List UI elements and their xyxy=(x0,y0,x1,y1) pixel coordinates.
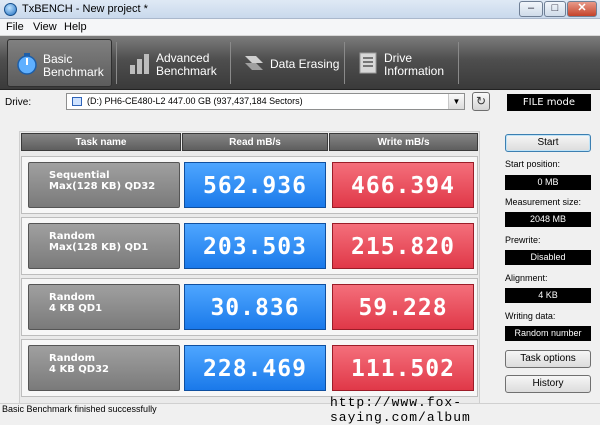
task-name-line1: Random xyxy=(49,353,96,364)
tab-drive-information[interactable]: Drive Information xyxy=(349,39,454,87)
task-button-random-4k-qd32[interactable]: Random 4 KB QD32 xyxy=(28,345,180,391)
tab-advanced-benchmark-label: Advanced Benchmark xyxy=(156,51,217,78)
read-value: 228.469 xyxy=(184,345,326,391)
writing-data-value[interactable]: Random number xyxy=(505,326,591,341)
history-button[interactable]: History xyxy=(505,375,591,393)
read-value: 203.503 xyxy=(184,223,326,269)
alignment-value[interactable]: 4 KB xyxy=(505,288,591,303)
start-button[interactable]: Start xyxy=(505,134,591,152)
maximize-button[interactable]: □ xyxy=(544,1,566,17)
drive-select-value: (D:) PH6-CE480-L2 447.00 GB (937,437,184… xyxy=(87,96,303,106)
task-button-sequential-qd32[interactable]: Sequential Max(128 KB) QD32 xyxy=(28,162,180,208)
prewrite-label: Prewrite: xyxy=(505,235,541,245)
task-name-line2: 4 KB QD1 xyxy=(49,303,103,314)
drive-select[interactable]: (D:) PH6-CE480-L2 447.00 GB (937,437,184… xyxy=(66,93,465,110)
title-bar: TxBENCH - New project * – □ ✕ xyxy=(0,0,600,19)
start-position-label: Start position: xyxy=(505,159,561,169)
app-window: TxBENCH - New project * – □ ✕ File View … xyxy=(0,0,600,425)
tab-drive-information-label: Drive Information xyxy=(384,51,445,78)
prewrite-value[interactable]: Disabled xyxy=(505,250,591,265)
app-icon xyxy=(4,3,17,16)
read-value: 562.936 xyxy=(184,162,326,208)
bar-chart-icon xyxy=(130,54,149,74)
file-mode-indicator: FILE mode xyxy=(507,94,591,111)
eraser-icon xyxy=(245,56,263,70)
task-name-line2: 4 KB QD32 xyxy=(49,364,110,375)
refresh-button[interactable]: ↻ xyxy=(472,92,490,111)
main-toolbar: Basic Benchmark Advanced Benchmark Data … xyxy=(0,36,600,90)
menu-file[interactable]: File xyxy=(6,21,24,33)
header-task-name: Task name xyxy=(21,133,181,151)
menu-bar: File View Help xyxy=(0,19,600,36)
tab-advanced-benchmark[interactable]: Advanced Benchmark xyxy=(121,39,226,87)
measurement-size-value[interactable]: 2048 MB xyxy=(505,212,591,227)
measurement-size-label: Measurement size: xyxy=(505,197,582,207)
close-button[interactable]: ✕ xyxy=(567,1,597,17)
tab-basic-benchmark-label: Basic Benchmark xyxy=(43,52,104,79)
drive-icon xyxy=(72,97,82,106)
start-position-value[interactable]: 0 MB xyxy=(505,175,591,190)
write-value: 215.820 xyxy=(332,223,474,269)
task-name-line1: Sequential xyxy=(49,170,110,181)
chevron-down-icon[interactable]: ▼ xyxy=(448,94,464,109)
header-read: Read mB/s xyxy=(182,133,328,151)
minimize-button[interactable]: – xyxy=(519,1,543,17)
task-name-line2: Max(128 KB) QD32 xyxy=(49,181,156,192)
toolbar-separator xyxy=(230,42,231,84)
toolbar-separator xyxy=(116,42,117,84)
task-button-random-qd1[interactable]: Random Max(128 KB) QD1 xyxy=(28,223,180,269)
write-value: 59.228 xyxy=(332,284,474,330)
read-value: 30.836 xyxy=(184,284,326,330)
menu-help[interactable]: Help xyxy=(64,21,87,33)
task-options-button[interactable]: Task options xyxy=(505,350,591,368)
window-title: TxBENCH - New project * xyxy=(22,3,148,15)
drive-label: Drive: xyxy=(5,97,32,108)
gauge-icon xyxy=(17,53,37,75)
task-name-line2: Max(128 KB) QD1 xyxy=(49,242,149,253)
tab-basic-benchmark[interactable]: Basic Benchmark xyxy=(7,39,112,87)
tab-data-erasing-label: Data Erasing xyxy=(270,57,340,71)
writing-data-label: Writing data: xyxy=(505,311,556,321)
task-name-line1: Random xyxy=(49,292,96,303)
write-value: 111.502 xyxy=(332,345,474,391)
task-button-random-4k-qd1[interactable]: Random 4 KB QD1 xyxy=(28,284,180,330)
header-write: Write mB/s xyxy=(329,133,478,151)
write-value: 466.394 xyxy=(332,162,474,208)
toolbar-separator xyxy=(344,42,345,84)
refresh-icon: ↻ xyxy=(475,94,487,108)
drive-info-icon xyxy=(359,52,377,74)
toolbar-separator xyxy=(458,42,459,84)
tab-data-erasing[interactable]: Data Erasing xyxy=(235,39,340,87)
menu-view[interactable]: View xyxy=(33,21,57,33)
watermark-url: http://www.fox-saying.com/album xyxy=(330,395,471,425)
alignment-label: Alignment: xyxy=(505,273,548,283)
task-name-line1: Random xyxy=(49,231,96,242)
